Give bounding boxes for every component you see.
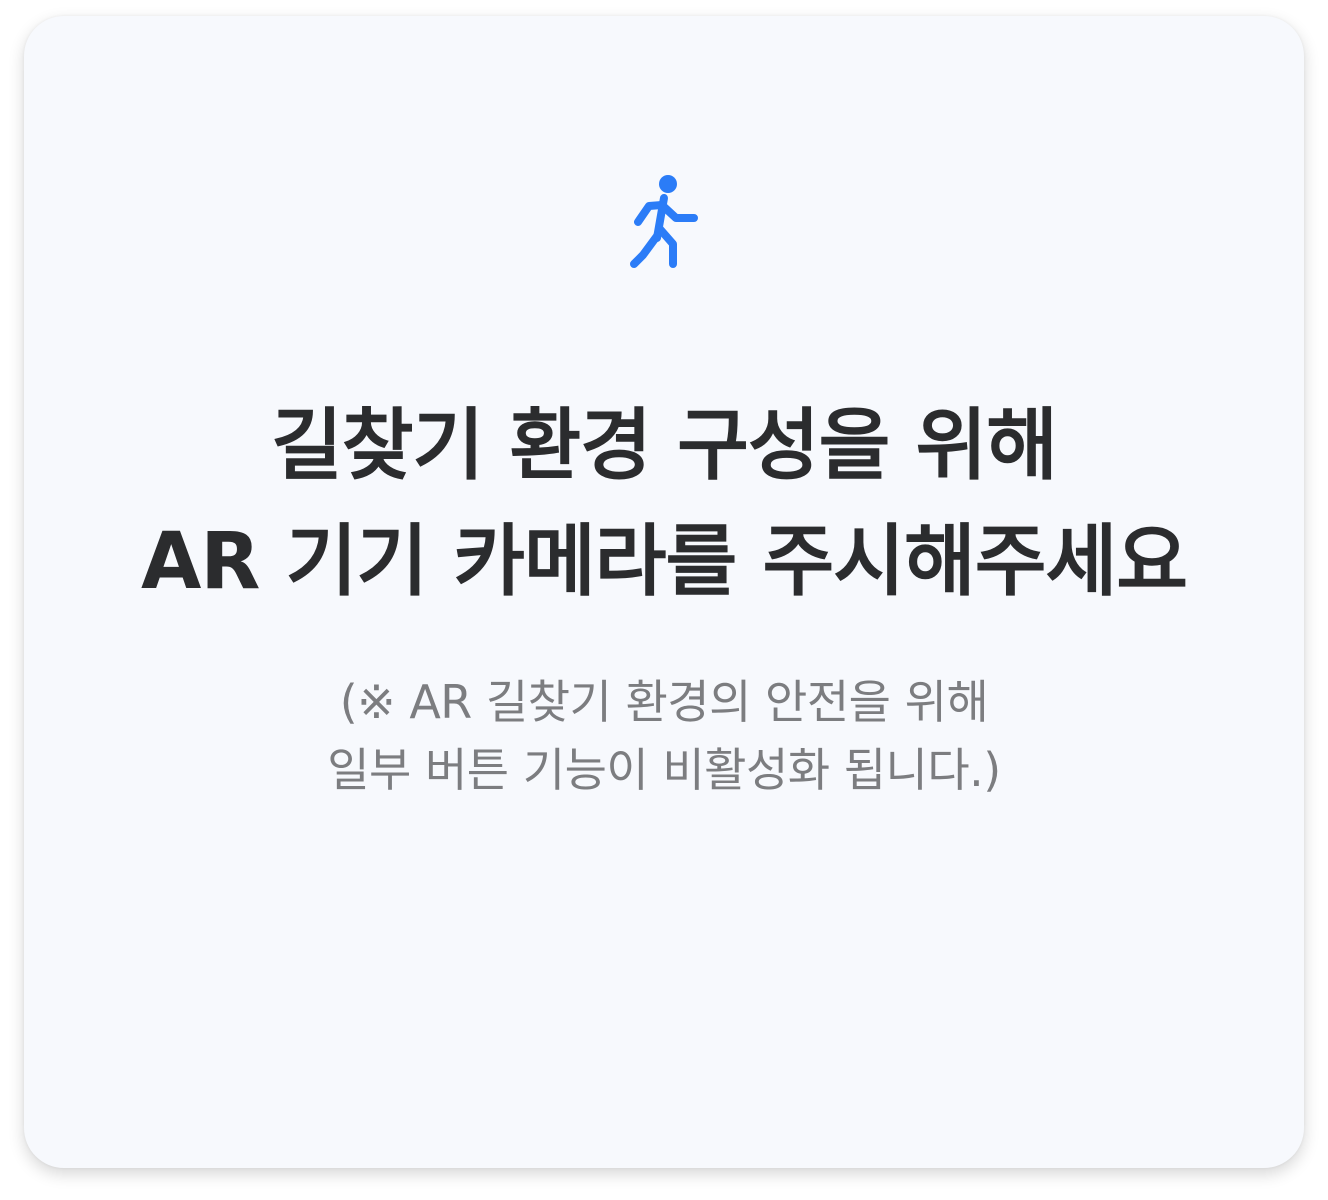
title-line-2: AR 기기 카메라를 주시해주세요 xyxy=(140,517,1188,607)
ar-guide-dialog: 길찾기 환경 구성을 위해 AR 기기 카메라를 주시해주세요 (※ AR 길찾… xyxy=(24,16,1304,1168)
title-line-1: 길찾기 환경 구성을 위해 xyxy=(270,401,1058,491)
dialog-title: 길찾기 환경 구성을 위해 AR 기기 카메라를 주시해주세요 xyxy=(24,388,1304,620)
notice-line-1: (※ AR 길찾기 환경의 안전을 위해 xyxy=(339,675,989,729)
notice-line-2: 일부 버튼 기능이 비활성화 됩니다.) xyxy=(327,743,1001,797)
icon-container xyxy=(24,172,1304,276)
walking-person-icon xyxy=(630,175,698,268)
safety-notice: (※ AR 길찾기 환경의 안전을 위해 일부 버튼 기능이 비활성화 됩니다.… xyxy=(24,668,1304,804)
